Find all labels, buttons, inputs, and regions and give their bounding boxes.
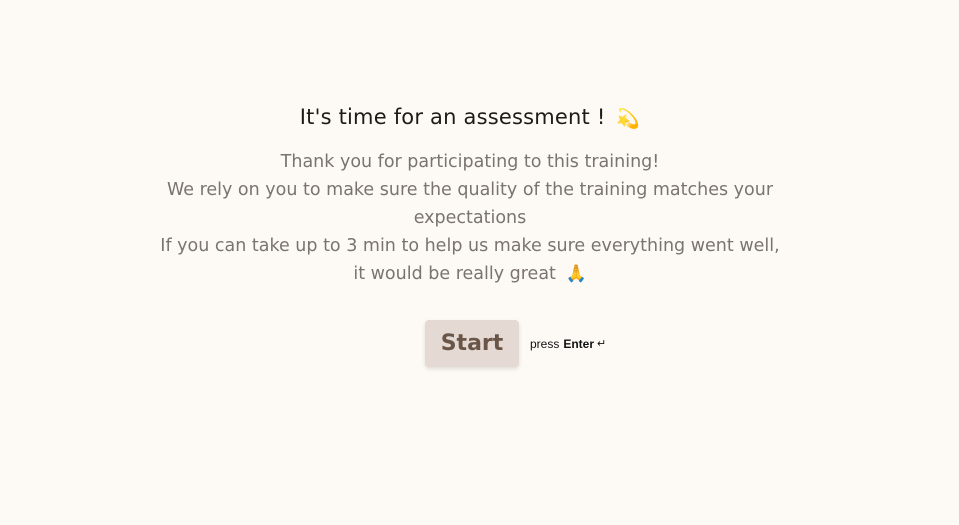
title-text: It's time for an assessment ! <box>299 105 606 129</box>
praying-hands-icon: 🙏 <box>565 264 587 284</box>
welcome-title: It's time for an assessment ! 💫 <box>0 101 940 135</box>
description-line-2: We rely on you to make sure the quality … <box>166 180 774 228</box>
description-line-1: Thank you for participating to this trai… <box>280 152 660 172</box>
dizzy-star-icon: 💫 <box>616 108 641 130</box>
hint-prefix: press <box>530 336 560 351</box>
description-line-4: it would be really great <box>353 264 556 284</box>
description-line-3: If you can take up to 3 min to help us m… <box>160 236 780 256</box>
enter-key-icon: ↵ <box>597 338 607 350</box>
keyboard-hint: press Enter ↵ <box>530 337 606 351</box>
assessment-welcome-screen: It's time for an assessment ! 💫 Thank yo… <box>0 0 959 525</box>
description-line-4-wrap: it would be really great 🙏 <box>140 260 800 288</box>
hint-key: Enter <box>563 336 595 351</box>
welcome-description: Thank you for participating to this trai… <box>140 148 800 288</box>
start-button[interactable]: Start <box>425 320 519 367</box>
start-actions: Start press Enter ↵ <box>425 320 606 367</box>
